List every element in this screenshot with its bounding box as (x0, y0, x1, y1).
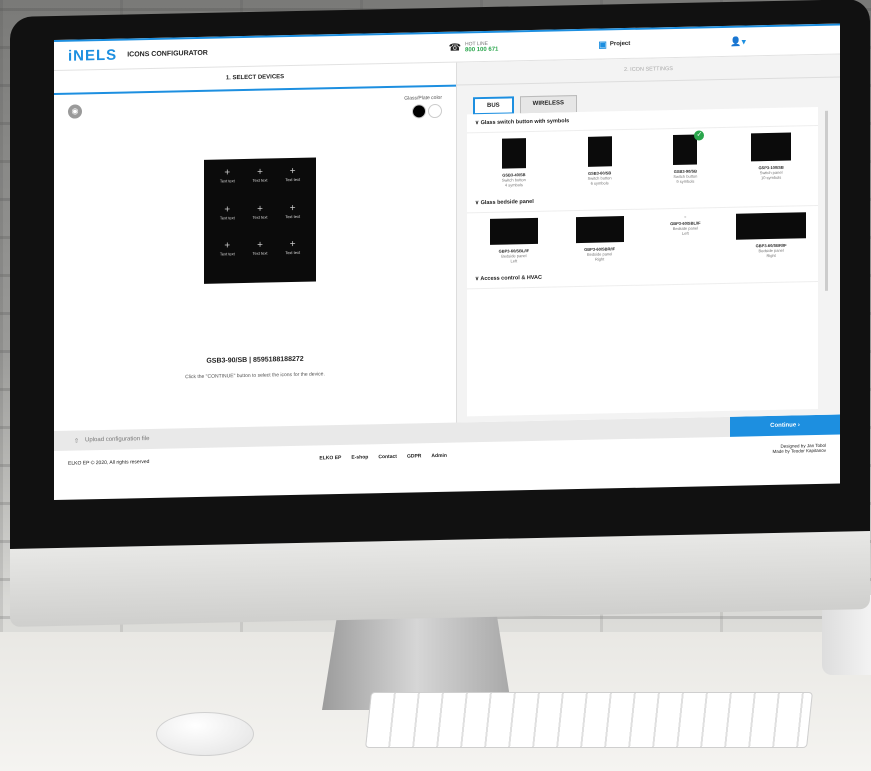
device-list: ∨ Glass switch button with symbols GSB3-… (467, 106, 818, 417)
preview-cell: + Text text (252, 166, 268, 183)
device-title: GSB3-90/SB | 8595188188272 (206, 355, 304, 365)
copyright: ELKO EP © 2020, All rights reserved (68, 459, 150, 467)
check-icon: ✓ (694, 130, 705, 141)
app-screen: iNELS ICONS CONFIGURATOR ☎ HOT LINE 800 … (54, 23, 840, 501)
camera-icon[interactable]: ◉ (68, 104, 82, 119)
select-devices-pane: 1. SELECT DEVICES ◉ Glass/Plate color + T… (54, 62, 457, 432)
preview-cell: + Text text (285, 165, 301, 183)
footer-link-contact[interactable]: Contact (378, 454, 397, 460)
made-by[interactable]: Made by Teodor Kapitanov (773, 448, 826, 454)
icon-settings-pane: 2. ICON SETTINGS BUS WIRELESS ∨ Glass sw… (457, 54, 840, 423)
tab-bus[interactable]: BUS (473, 96, 514, 116)
hotline-number: 800 100 671 (465, 46, 499, 54)
device-card[interactable]: GBP3-60/SBR/IF Bedside panel Right (736, 212, 807, 258)
footer-link-admin[interactable]: Admin (431, 453, 447, 459)
device-card[interactable]: GSP3-100/SB Switch panel 10 symbols (736, 132, 806, 182)
footer-link-eshop[interactable]: E-shop (351, 454, 368, 460)
device-card[interactable]: GSB3-40/SB Switch button 4 symbols (479, 138, 549, 188)
preview-cell: + Text text (219, 203, 235, 221)
glass-color-label: Glass/Plate color (404, 94, 442, 102)
device-card-selected[interactable]: ✓ GSB3-90/SB Switch button 9 symbols (650, 130, 720, 184)
project-label: Project (609, 40, 631, 48)
credits: Designed by Jan Tobol Made by Teodor Kap… (773, 443, 826, 454)
device-card[interactable]: ▫ GBP3-60/SBL/IF Bedside panel Left (650, 214, 720, 260)
device-card[interactable]: GSB3-60/SB Switch button 6 symbols (565, 136, 635, 186)
upload-label: Upload configuration file (85, 436, 150, 444)
footer-link-elko[interactable]: ELKO EP (319, 455, 341, 461)
color-black-swatch[interactable] (412, 104, 426, 119)
upload-icon: ⇧ (74, 437, 80, 445)
continue-hint: Click the "CONTINUE" button to select th… (185, 371, 325, 381)
keyboard (365, 692, 813, 748)
continue-button[interactable]: Continue › (730, 414, 840, 437)
project-button[interactable]: ▣ Project (598, 38, 630, 50)
preview-cell: + Text text (219, 240, 235, 257)
preview-cell: + Text text (285, 239, 301, 256)
hotline[interactable]: ☎ HOT LINE 800 100 671 (449, 41, 499, 54)
mouse (156, 712, 254, 756)
inels-logo: iNELS (68, 46, 118, 65)
phone-icon: ☎ (448, 41, 462, 54)
glass-color-picker: Glass/Plate color (404, 95, 442, 119)
preview-cell: + Text text (285, 202, 301, 219)
color-white-swatch[interactable] (428, 103, 442, 119)
device-card[interactable]: GBP3-60/SBL/IF Bedside panel Left (479, 217, 549, 264)
project-icon: ▣ (598, 38, 607, 50)
footer-link-gdpr[interactable]: GDPR (407, 453, 421, 459)
app-title: ICONS CONFIGURATOR (127, 49, 208, 58)
preview-cell: + Text text (252, 203, 268, 220)
preview-cell: + Text text (252, 239, 268, 257)
scrollbar[interactable] (825, 110, 828, 291)
device-card[interactable]: GBP3-60/SBR/IF Bedside panel Right (565, 216, 635, 262)
preview-cell: + Text text (219, 167, 235, 184)
device-preview: + Text text + Text text + Text text + Text t… (204, 157, 316, 284)
user-menu-icon[interactable]: 👤▾ (730, 36, 746, 47)
